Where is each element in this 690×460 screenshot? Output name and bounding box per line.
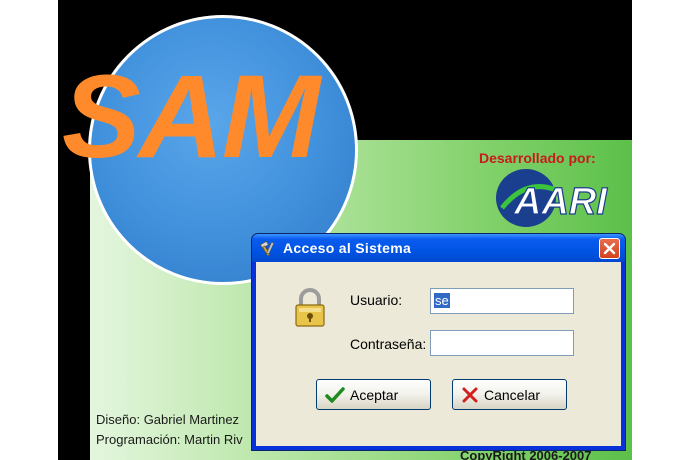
credit-design: Diseño: Gabriel Martinez bbox=[96, 412, 240, 427]
tools-icon bbox=[259, 240, 275, 257]
username-input[interactable]: se bbox=[430, 288, 574, 314]
credits-block: Diseño: Gabriel Martinez Programación: M… bbox=[96, 410, 243, 450]
username-label: Usuario: bbox=[350, 292, 403, 308]
dialog-titlebar[interactable]: Acceso al Sistema bbox=[252, 234, 625, 262]
cancel-button[interactable]: Cancelar bbox=[452, 379, 567, 410]
close-button[interactable] bbox=[599, 238, 620, 259]
aari-logo: AARI bbox=[496, 169, 609, 227]
accept-label: Aceptar bbox=[350, 386, 399, 403]
password-label: Contraseña: bbox=[350, 336, 427, 352]
close-icon bbox=[603, 242, 616, 255]
credit-programming: Programación: Martin Riv bbox=[96, 432, 243, 447]
padlock-icon bbox=[295, 288, 325, 327]
checkmark-icon bbox=[325, 386, 345, 403]
cancel-x-icon bbox=[462, 387, 478, 402]
cancel-label: Cancelar bbox=[484, 386, 541, 403]
app-title: SAM bbox=[62, 51, 320, 183]
dialog-title: Acceso al Sistema bbox=[283, 240, 412, 256]
svg-text:AARI: AARI bbox=[513, 181, 608, 223]
username-value: se bbox=[434, 293, 450, 308]
password-input[interactable] bbox=[430, 330, 574, 356]
login-dialog: Acceso al Sistema Usuario: se Contraseña… bbox=[251, 233, 626, 451]
dialog-body: Usuario: se Contraseña: Aceptar Cancelar bbox=[256, 262, 621, 446]
accept-button[interactable]: Aceptar bbox=[316, 379, 431, 410]
